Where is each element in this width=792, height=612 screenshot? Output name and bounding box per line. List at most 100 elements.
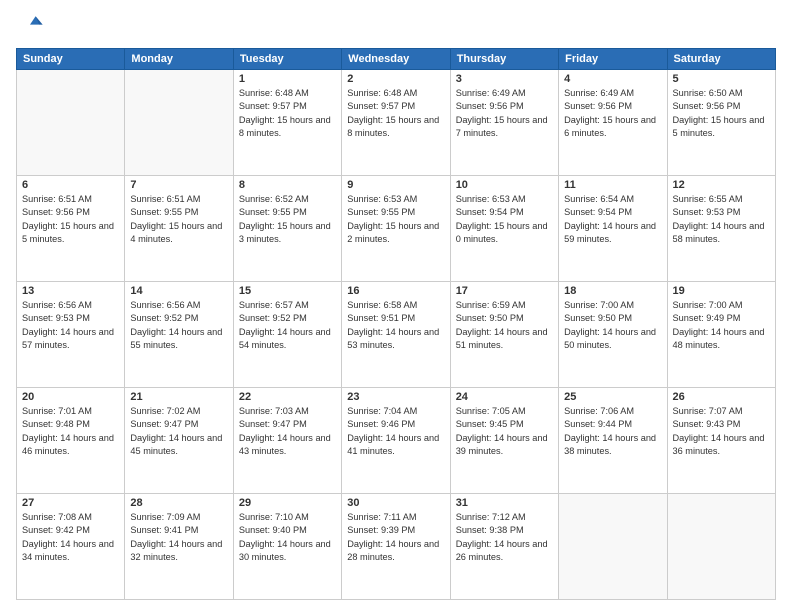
day-info: Sunrise: 6:53 AMSunset: 9:55 PMDaylight:…: [347, 193, 444, 246]
day-number: 16: [347, 285, 444, 297]
weekday-header: Saturday: [667, 49, 775, 70]
weekday-header: Friday: [559, 49, 667, 70]
day-info: Sunrise: 6:56 AMSunset: 9:53 PMDaylight:…: [22, 299, 119, 352]
calendar-cell: [125, 70, 233, 176]
calendar-table: SundayMondayTuesdayWednesdayThursdayFrid…: [16, 48, 776, 600]
weekday-header: Wednesday: [342, 49, 450, 70]
day-number: 9: [347, 179, 444, 191]
day-number: 13: [22, 285, 119, 297]
calendar-cell: 20 Sunrise: 7:01 AMSunset: 9:48 PMDayligh…: [17, 388, 125, 494]
calendar-cell: 1 Sunrise: 6:48 AMSunset: 9:57 PMDaylight…: [233, 70, 341, 176]
calendar-cell: 24 Sunrise: 7:05 AMSunset: 9:45 PMDayligh…: [450, 388, 558, 494]
weekday-header: Sunday: [17, 49, 125, 70]
calendar-cell: 30Sunrise: 7:11 AMSunset: 9:39 PMDayligh…: [342, 494, 450, 600]
day-info: Sunrise: 6:56 AMSunset: 9:52 PMDaylight:…: [130, 299, 227, 352]
calendar-cell: 23 Sunrise: 7:04 AMSunset: 9:46 PMDayligh…: [342, 388, 450, 494]
day-number: 19: [673, 285, 770, 297]
day-info: Sunrise: 7:05 AMSunset: 9:45 PMDaylight:…: [456, 405, 553, 458]
calendar-cell: 15 Sunrise: 6:57 AMSunset: 9:52 PMDayligh…: [233, 282, 341, 388]
day-number: 8: [239, 179, 336, 191]
calendar-cell: 26Sunrise: 7:07 AMSunset: 9:43 PMDayligh…: [667, 388, 775, 494]
day-number: 22: [239, 391, 336, 403]
calendar-cell: [17, 70, 125, 176]
header: [16, 12, 776, 40]
calendar-cell: 8Sunrise: 6:52 AMSunset: 9:55 PMDaylight…: [233, 176, 341, 282]
calendar-cell: 2 Sunrise: 6:48 AMSunset: 9:57 PMDaylight…: [342, 70, 450, 176]
calendar-cell: 22 Sunrise: 7:03 AMSunset: 9:47 PMDayligh…: [233, 388, 341, 494]
calendar-week-row: 13 Sunrise: 6:56 AMSunset: 9:53 PMDayligh…: [17, 282, 776, 388]
calendar-cell: 7 Sunrise: 6:51 AMSunset: 9:55 PMDaylight…: [125, 176, 233, 282]
day-number: 26: [673, 391, 770, 403]
day-number: 25: [564, 391, 661, 403]
day-number: 5: [673, 73, 770, 85]
day-number: 7: [130, 179, 227, 191]
calendar-cell: 31 Sunrise: 7:12 AMSunset: 9:38 PMDayligh…: [450, 494, 558, 600]
day-number: 29: [239, 497, 336, 509]
day-number: 24: [456, 391, 553, 403]
day-number: 20: [22, 391, 119, 403]
calendar-cell: 19Sunrise: 7:00 AMSunset: 9:49 PMDayligh…: [667, 282, 775, 388]
day-info: Sunrise: 6:49 AMSunset: 9:56 PMDaylight:…: [564, 87, 661, 140]
day-number: 17: [456, 285, 553, 297]
calendar-cell: 25Sunrise: 7:06 AMSunset: 9:44 PMDayligh…: [559, 388, 667, 494]
day-info: Sunrise: 6:51 AMSunset: 9:55 PMDaylight:…: [130, 193, 227, 246]
day-info: Sunrise: 7:08 AMSunset: 9:42 PMDaylight:…: [22, 511, 119, 564]
day-info: Sunrise: 7:02 AMSunset: 9:47 PMDaylight:…: [130, 405, 227, 458]
calendar-cell: [667, 494, 775, 600]
day-number: 12: [673, 179, 770, 191]
day-info: Sunrise: 7:01 AMSunset: 9:48 PMDaylight:…: [22, 405, 119, 458]
day-number: 10: [456, 179, 553, 191]
calendar-cell: 29 Sunrise: 7:10 AMSunset: 9:40 PMDayligh…: [233, 494, 341, 600]
calendar-week-row: 1 Sunrise: 6:48 AMSunset: 9:57 PMDaylight…: [17, 70, 776, 176]
day-number: 2: [347, 73, 444, 85]
calendar-cell: 12 Sunrise: 6:55 AMSunset: 9:53 PMDayligh…: [667, 176, 775, 282]
calendar-header-row: SundayMondayTuesdayWednesdayThursdayFrid…: [17, 49, 776, 70]
day-info: Sunrise: 6:49 AMSunset: 9:56 PMDaylight:…: [456, 87, 553, 140]
day-number: 23: [347, 391, 444, 403]
logo: [16, 12, 48, 40]
day-info: Sunrise: 7:10 AMSunset: 9:40 PMDaylight:…: [239, 511, 336, 564]
day-number: 6: [22, 179, 119, 191]
calendar-cell: 17 Sunrise: 6:59 AMSunset: 9:50 PMDayligh…: [450, 282, 558, 388]
logo-icon: [16, 12, 44, 40]
day-number: 31: [456, 497, 553, 509]
day-number: 1: [239, 73, 336, 85]
day-info: Sunrise: 7:12 AMSunset: 9:38 PMDaylight:…: [456, 511, 553, 564]
day-number: 3: [456, 73, 553, 85]
calendar-cell: 14Sunrise: 6:56 AMSunset: 9:52 PMDayligh…: [125, 282, 233, 388]
calendar-cell: 6Sunrise: 6:51 AMSunset: 9:56 PMDaylight…: [17, 176, 125, 282]
day-info: Sunrise: 6:57 AMSunset: 9:52 PMDaylight:…: [239, 299, 336, 352]
calendar-week-row: 27Sunrise: 7:08 AMSunset: 9:42 PMDayligh…: [17, 494, 776, 600]
day-info: Sunrise: 7:04 AMSunset: 9:46 PMDaylight:…: [347, 405, 444, 458]
day-info: Sunrise: 7:03 AMSunset: 9:47 PMDaylight:…: [239, 405, 336, 458]
calendar-week-row: 20 Sunrise: 7:01 AMSunset: 9:48 PMDayligh…: [17, 388, 776, 494]
calendar-cell: 10 Sunrise: 6:53 AMSunset: 9:54 PMDayligh…: [450, 176, 558, 282]
day-number: 18: [564, 285, 661, 297]
day-info: Sunrise: 6:59 AMSunset: 9:50 PMDaylight:…: [456, 299, 553, 352]
day-number: 11: [564, 179, 661, 191]
calendar-cell: [559, 494, 667, 600]
calendar-cell: 9 Sunrise: 6:53 AMSunset: 9:55 PMDaylight…: [342, 176, 450, 282]
calendar-week-row: 6Sunrise: 6:51 AMSunset: 9:56 PMDaylight…: [17, 176, 776, 282]
day-number: 4: [564, 73, 661, 85]
page: SundayMondayTuesdayWednesdayThursdayFrid…: [0, 0, 792, 612]
day-info: Sunrise: 6:48 AMSunset: 9:57 PMDaylight:…: [239, 87, 336, 140]
calendar-cell: 21 Sunrise: 7:02 AMSunset: 9:47 PMDayligh…: [125, 388, 233, 494]
day-info: Sunrise: 6:50 AMSunset: 9:56 PMDaylight:…: [673, 87, 770, 140]
day-info: Sunrise: 7:11 AMSunset: 9:39 PMDaylight:…: [347, 511, 444, 564]
day-number: 21: [130, 391, 227, 403]
calendar-cell: 18Sunrise: 7:00 AMSunset: 9:50 PMDayligh…: [559, 282, 667, 388]
calendar-cell: 4 Sunrise: 6:49 AMSunset: 9:56 PMDaylight…: [559, 70, 667, 176]
calendar-cell: 5 Sunrise: 6:50 AMSunset: 9:56 PMDaylight…: [667, 70, 775, 176]
day-info: Sunrise: 6:48 AMSunset: 9:57 PMDaylight:…: [347, 87, 444, 140]
calendar-cell: 27Sunrise: 7:08 AMSunset: 9:42 PMDayligh…: [17, 494, 125, 600]
day-info: Sunrise: 7:09 AMSunset: 9:41 PMDaylight:…: [130, 511, 227, 564]
day-number: 15: [239, 285, 336, 297]
day-info: Sunrise: 6:53 AMSunset: 9:54 PMDaylight:…: [456, 193, 553, 246]
day-info: Sunrise: 6:55 AMSunset: 9:53 PMDaylight:…: [673, 193, 770, 246]
calendar-cell: 13 Sunrise: 6:56 AMSunset: 9:53 PMDayligh…: [17, 282, 125, 388]
day-info: Sunrise: 6:54 AMSunset: 9:54 PMDaylight:…: [564, 193, 661, 246]
weekday-header: Monday: [125, 49, 233, 70]
weekday-header: Thursday: [450, 49, 558, 70]
calendar-cell: 16Sunrise: 6:58 AMSunset: 9:51 PMDayligh…: [342, 282, 450, 388]
